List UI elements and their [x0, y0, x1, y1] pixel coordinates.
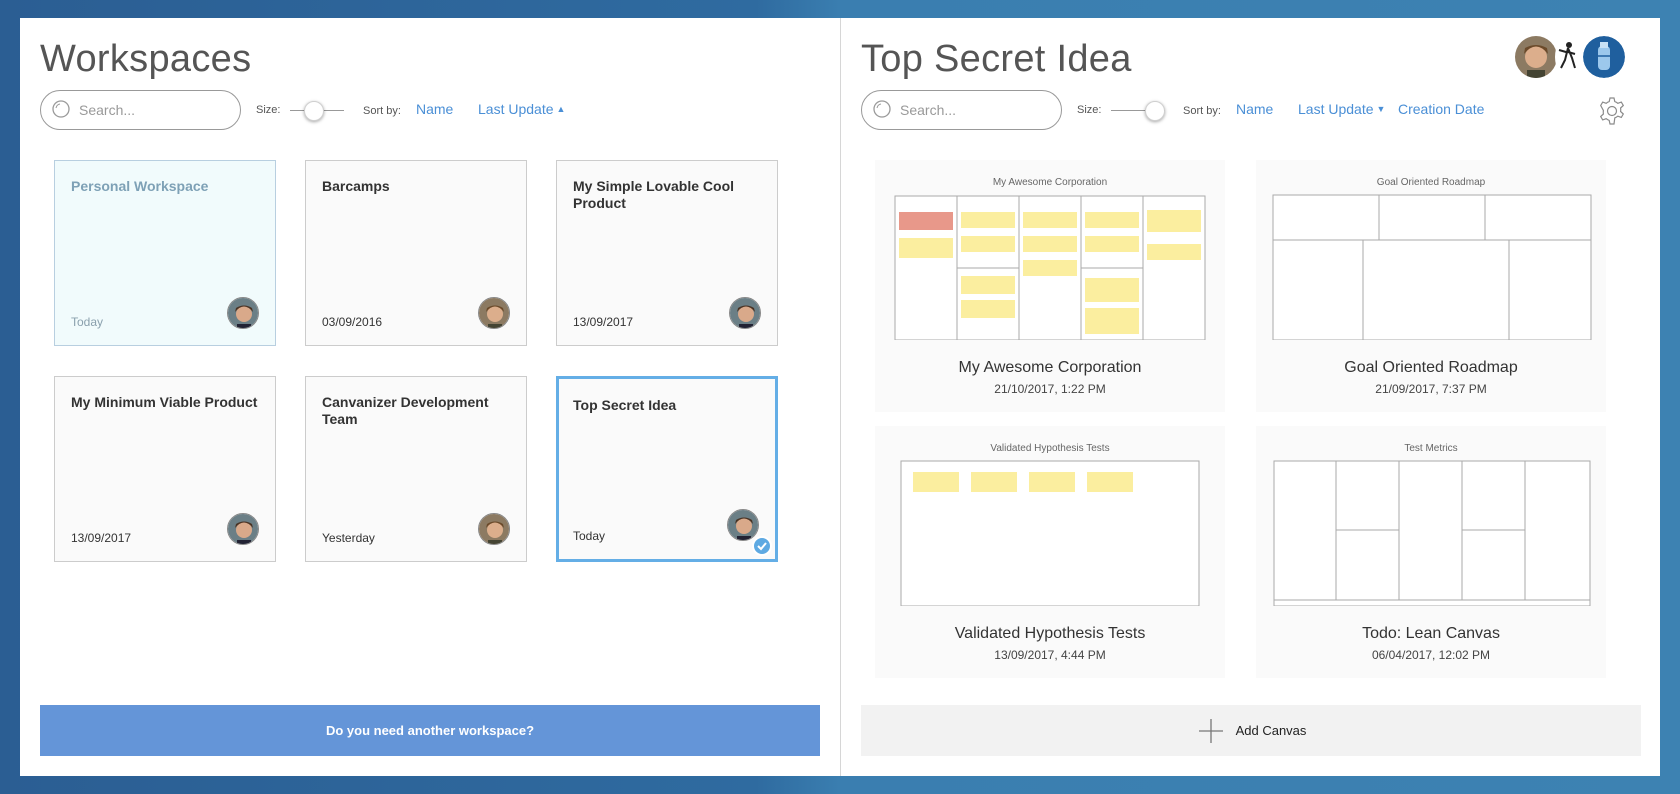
- canvas-card[interactable]: Validated Hypothesis Tests Validated Hyp…: [875, 426, 1225, 678]
- sort-last-update-link[interactable]: Last Update ▲: [478, 101, 565, 117]
- workspace-name: My Minimum Viable Product: [71, 394, 258, 410]
- thumb-title: Test Metrics: [1404, 443, 1457, 454]
- workspace-card[interactable]: Canvanizer Development Team Yesterday: [305, 376, 527, 562]
- workspaces-pane: Workspaces Size: Sort by: Name Last Upda…: [20, 18, 840, 776]
- avatar: [227, 297, 259, 329]
- workspace-name: Personal Workspace: [71, 178, 209, 194]
- size-label: Size:: [1077, 104, 1102, 116]
- thumb-title: Goal Oriented Roadmap: [1377, 177, 1486, 188]
- workspace-date: Yesterday: [322, 531, 375, 545]
- sort-last-update-link[interactable]: Last Update ▼: [1298, 101, 1385, 117]
- workspace-name: Canvanizer Development Team: [322, 394, 489, 427]
- settings-gear-icon[interactable]: [1597, 96, 1627, 126]
- size-slider[interactable]: [1111, 101, 1165, 121]
- canvases-pane: Top Secret Idea Size: Sort by: Name Last…: [841, 18, 1660, 776]
- search-icon: [52, 100, 70, 118]
- page-title: Workspaces: [40, 38, 252, 80]
- workspace-search-field[interactable]: [40, 90, 241, 130]
- canvas-search-input[interactable]: [900, 102, 1050, 118]
- selected-check-icon: [752, 536, 772, 556]
- sort-creation-date-label: Creation Date: [1398, 101, 1485, 117]
- size-slider-knob[interactable]: [304, 101, 324, 121]
- canvas-date: 13/09/2017, 4:44 PM: [994, 648, 1106, 662]
- member-avatar[interactable]: [1515, 36, 1557, 78]
- workspace-date: Today: [573, 529, 606, 543]
- thumb-title: Validated Hypothesis Tests: [990, 443, 1109, 454]
- size-slider-knob[interactable]: [1145, 101, 1165, 121]
- workspace-name: Top Secret Idea: [573, 397, 677, 413]
- canvas-card[interactable]: Test Metrics Todo: Lean Canvas 06/04/201…: [1256, 426, 1606, 678]
- add-canvas-button[interactable]: Add Canvas: [861, 705, 1641, 756]
- canvas-name: Todo: Lean Canvas: [1362, 625, 1500, 642]
- canvas-thumbnail: My Awesome Corporation: [894, 177, 1206, 340]
- sort-ascending-icon: ▲: [556, 104, 566, 114]
- avatar: [729, 297, 761, 329]
- canvas-card[interactable]: Goal Oriented Roadmap Goal Oriented Road…: [1256, 160, 1606, 412]
- workspace-date: Today: [71, 315, 104, 329]
- sort-name-label: Name: [1236, 101, 1274, 117]
- avatar: [478, 297, 510, 329]
- workspace-title: Top Secret Idea: [861, 38, 1132, 80]
- workspace-name: My Simple Lovable Cool Product: [573, 178, 735, 211]
- workspace-name: Barcamps: [322, 178, 390, 194]
- size-slider[interactable]: [290, 101, 344, 121]
- canvas-date: 06/04/2017, 12:02 PM: [1371, 648, 1491, 662]
- avatar: [478, 513, 510, 545]
- size-label: Size:: [256, 104, 281, 116]
- canvas-name: Validated Hypothesis Tests: [954, 625, 1146, 642]
- member-avatar[interactable]: [1555, 36, 1581, 78]
- canvas-thumbnail: Test Metrics: [1273, 443, 1591, 606]
- search-icon: [873, 100, 891, 118]
- avatar: [727, 509, 759, 541]
- sort-by-label: Sort by:: [363, 105, 401, 117]
- canvas-thumbnail: Goal Oriented Roadmap: [1272, 177, 1592, 340]
- workspace-search-input[interactable]: [79, 102, 229, 118]
- sort-last-update-label: Last Update: [478, 101, 554, 117]
- sort-descending-icon: ▼: [1376, 104, 1386, 114]
- workspace-card[interactable]: Personal Workspace Today: [54, 160, 276, 346]
- sort-by-label: Sort by:: [1183, 105, 1221, 117]
- member-avatar[interactable]: [1583, 36, 1625, 78]
- canvas-name: My Awesome Corporation: [958, 359, 1142, 376]
- workspace-date: 03/09/2016: [322, 315, 383, 329]
- new-workspace-button[interactable]: Do you need another workspace?: [40, 705, 820, 756]
- avatar: [227, 513, 259, 545]
- sort-name-link[interactable]: Name: [416, 101, 453, 117]
- workspace-card[interactable]: My Simple Lovable Cool Product 13/09/201…: [556, 160, 778, 346]
- workspace-card[interactable]: My Minimum Viable Product 13/09/2017: [54, 376, 276, 562]
- sort-creation-date-link[interactable]: Creation Date: [1398, 101, 1484, 117]
- workspace-card[interactable]: Barcamps 03/09/2016: [305, 160, 527, 346]
- canvas-card[interactable]: My Awesome Corporation My Awesome Corpor…: [875, 160, 1225, 412]
- canvas-name: Goal Oriented Roadmap: [1344, 359, 1518, 376]
- canvas-thumbnail: Validated Hypothesis Tests: [900, 443, 1200, 606]
- workspace-card-selected[interactable]: Top Secret Idea Today: [556, 376, 778, 562]
- workspace-date: 13/09/2017: [71, 531, 132, 545]
- plus-icon: [1198, 718, 1223, 743]
- sort-name-label: Name: [416, 101, 454, 117]
- canvas-date: 21/10/2017, 1:22 PM: [994, 382, 1106, 396]
- canvas-date: 21/09/2017, 7:37 PM: [1375, 382, 1487, 396]
- sort-name-link[interactable]: Name: [1236, 101, 1273, 117]
- add-canvas-label: Add Canvas: [1235, 723, 1307, 738]
- workspace-date: 13/09/2017: [573, 315, 634, 329]
- thumb-title: My Awesome Corporation: [993, 177, 1107, 188]
- canvas-search-field[interactable]: [861, 90, 1062, 130]
- sort-last-update-label: Last Update: [1298, 101, 1374, 117]
